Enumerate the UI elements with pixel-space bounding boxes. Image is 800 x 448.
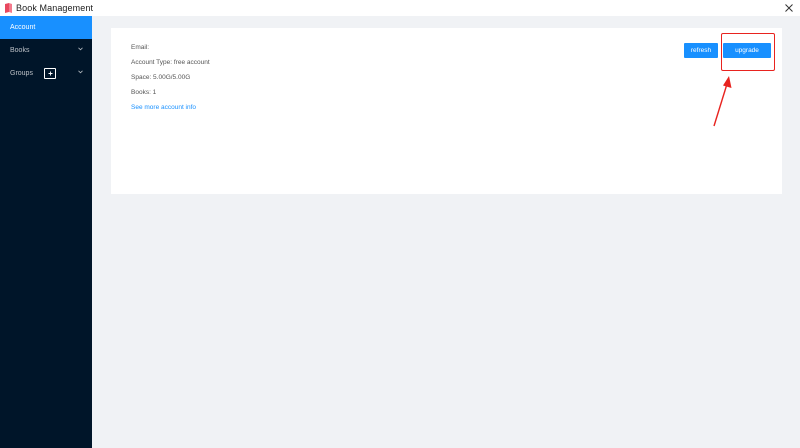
refresh-button[interactable]: refresh xyxy=(684,43,718,58)
window-title: Book Management xyxy=(16,3,94,13)
sidebar-item-groups[interactable]: Groups xyxy=(0,62,92,85)
close-button[interactable] xyxy=(782,1,796,15)
sidebar-item-books[interactable]: Books xyxy=(0,39,92,62)
sidebar: Account Books Groups xyxy=(0,16,92,448)
chevron-down-icon xyxy=(78,70,83,74)
account-card: Email: Account Type: free account Space:… xyxy=(111,28,782,194)
sidebar-item-account[interactable]: Account xyxy=(0,16,92,39)
book-logo-icon xyxy=(5,3,12,13)
highlight-box xyxy=(721,33,775,71)
add-group-button[interactable] xyxy=(44,68,56,79)
book-count: Books: 1 xyxy=(131,89,157,96)
title-bar: Book Management xyxy=(0,0,800,16)
close-icon xyxy=(785,4,793,12)
sidebar-item-label: Groups xyxy=(10,70,33,77)
sidebar-item-label: Account xyxy=(10,24,36,31)
plus-icon xyxy=(48,71,52,76)
more-account-info-link[interactable]: See more account info xyxy=(131,104,196,111)
email-label: Email: xyxy=(131,44,150,51)
chevron-down-icon xyxy=(78,47,83,51)
sidebar-item-label: Books xyxy=(10,47,30,54)
account-type: Account Type: free account xyxy=(131,59,210,66)
space-usage: Space: 5.00G/5.00G xyxy=(131,74,191,81)
